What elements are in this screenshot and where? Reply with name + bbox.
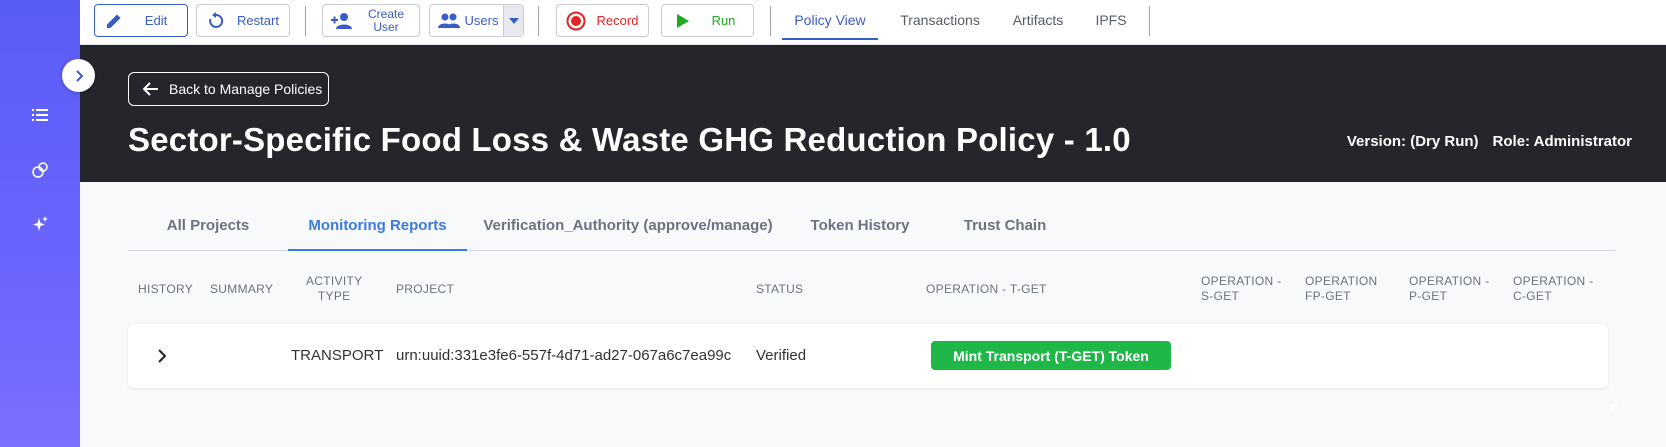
page-title: Sector-Specific Food Loss & Waste GHG Re… xyxy=(128,121,1131,158)
column-header-history: HISTORY xyxy=(138,282,194,296)
toolbar-divider xyxy=(770,6,771,36)
status-cell: Verified xyxy=(756,347,807,364)
users-label: Users xyxy=(464,13,499,28)
column-header-fp-get-line-1: OPERATION xyxy=(1305,274,1378,288)
tab-token-history[interactable]: Token History xyxy=(789,208,931,251)
column-header-operation-p-get: OPERATION - P-GET xyxy=(1409,274,1489,304)
column-header-p-get-line-2: P-GET xyxy=(1409,289,1448,303)
column-header-operation-c-get: OPERATION - C-GET xyxy=(1513,274,1593,304)
expand-row-button[interactable] xyxy=(150,344,174,368)
sidebar-toggle-button[interactable] xyxy=(62,59,95,92)
policy-subtabs: All Projects Monitoring Reports Verifica… xyxy=(128,208,1615,251)
record-label: Record xyxy=(596,13,639,28)
activity-type-cell: TRANSPORT xyxy=(291,347,384,364)
column-header-operation-s-get: OPERATION - S-GET xyxy=(1201,274,1281,304)
column-header-activity-type: ACTIVITY TYPE xyxy=(306,274,362,304)
restart-button[interactable]: Restart xyxy=(196,4,290,37)
record-icon xyxy=(565,10,587,32)
create-user-label: Create User xyxy=(353,6,419,34)
column-header-p-get-line-1: OPERATION - xyxy=(1409,274,1490,288)
edit-label: Edit xyxy=(144,13,168,28)
column-header-fp-get-line-2: FP-GET xyxy=(1305,289,1351,303)
restart-icon xyxy=(205,10,227,32)
table-row: TRANSPORT urn:uuid:331e3fe6-557f-4d71-ad… xyxy=(128,324,1608,388)
policy-header: Back to Manage Policies Sector-Specific … xyxy=(80,45,1666,182)
column-header-c-get-line-1: OPERATION - xyxy=(1513,274,1594,288)
column-header-status: STATUS xyxy=(756,282,804,296)
column-header-c-get-line-2: C-GET xyxy=(1513,289,1552,303)
chevron-right-icon xyxy=(158,349,167,363)
restart-label: Restart xyxy=(237,13,279,28)
users-dropdown[interactable]: Users xyxy=(429,4,524,37)
tab-ipfs[interactable]: IPFS xyxy=(1084,0,1138,40)
role-label: Role: Administrator xyxy=(1492,133,1632,150)
column-header-activity-line-1: ACTIVITY xyxy=(306,274,363,288)
tab-monitoring-reports[interactable]: Monitoring Reports xyxy=(288,208,467,251)
caret-down-icon[interactable] xyxy=(503,5,523,36)
scroll-indicator xyxy=(1610,404,1617,411)
run-button[interactable]: Run xyxy=(661,4,754,37)
tab-all-projects[interactable]: All Projects xyxy=(128,208,288,251)
column-header-s-get-line-1: OPERATION - xyxy=(1201,274,1282,288)
column-header-s-get-line-2: S-GET xyxy=(1201,289,1240,303)
users-icon xyxy=(438,10,460,32)
back-label: Back to Manage Policies xyxy=(169,81,323,97)
play-icon xyxy=(672,10,694,32)
tab-trust-chain[interactable]: Trust Chain xyxy=(931,208,1079,251)
column-header-operation-fp-get: OPERATION FP-GET xyxy=(1305,274,1378,304)
chevron-right-icon xyxy=(75,69,83,82)
record-button[interactable]: Record xyxy=(556,4,649,37)
toolbar-divider xyxy=(538,6,539,36)
column-header-activity-line-2: TYPE xyxy=(317,289,351,303)
edit-button[interactable]: Edit xyxy=(94,4,188,37)
toolbar-divider xyxy=(305,6,306,36)
column-header-project: PROJECT xyxy=(396,282,455,296)
run-label: Run xyxy=(711,13,736,28)
tab-artifacts[interactable]: Artifacts xyxy=(998,0,1078,40)
create-user-button[interactable]: Create User xyxy=(322,4,420,37)
version-label: Version: (Dry Run) xyxy=(1346,133,1479,150)
sparkle-icon[interactable] xyxy=(28,212,52,236)
toolbar-divider xyxy=(1149,6,1150,36)
create-user-label-line-2: User xyxy=(373,19,399,34)
pencil-icon xyxy=(103,10,125,32)
project-cell: urn:uuid:331e3fe6-557f-4d71-ad27-067a6c7… xyxy=(396,347,732,364)
mint-transport-token-button[interactable]: Mint Transport (T-GET) Token xyxy=(931,341,1171,370)
column-header-operation-t-get: OPERATION - T-GET xyxy=(926,282,1047,296)
tab-verification-authority[interactable]: Verification_Authority (approve/manage) xyxy=(467,208,789,251)
back-to-manage-policies-button[interactable]: Back to Manage Policies xyxy=(128,72,329,106)
tab-policy-view[interactable]: Policy View xyxy=(782,0,878,40)
arrow-left-icon xyxy=(143,82,161,96)
circles-icon[interactable] xyxy=(28,158,52,182)
list-icon[interactable] xyxy=(28,103,52,127)
column-header-summary: SUMMARY xyxy=(210,282,274,296)
tab-transactions[interactable]: Transactions xyxy=(888,0,992,40)
create-user-label-line-1: Create xyxy=(367,6,405,21)
add-user-icon xyxy=(331,10,353,32)
policy-meta: Version: (Dry Run) Role: Administrator xyxy=(1347,133,1632,150)
top-toolbar: Edit Restart Create User Users Record Ru… xyxy=(80,0,1666,45)
